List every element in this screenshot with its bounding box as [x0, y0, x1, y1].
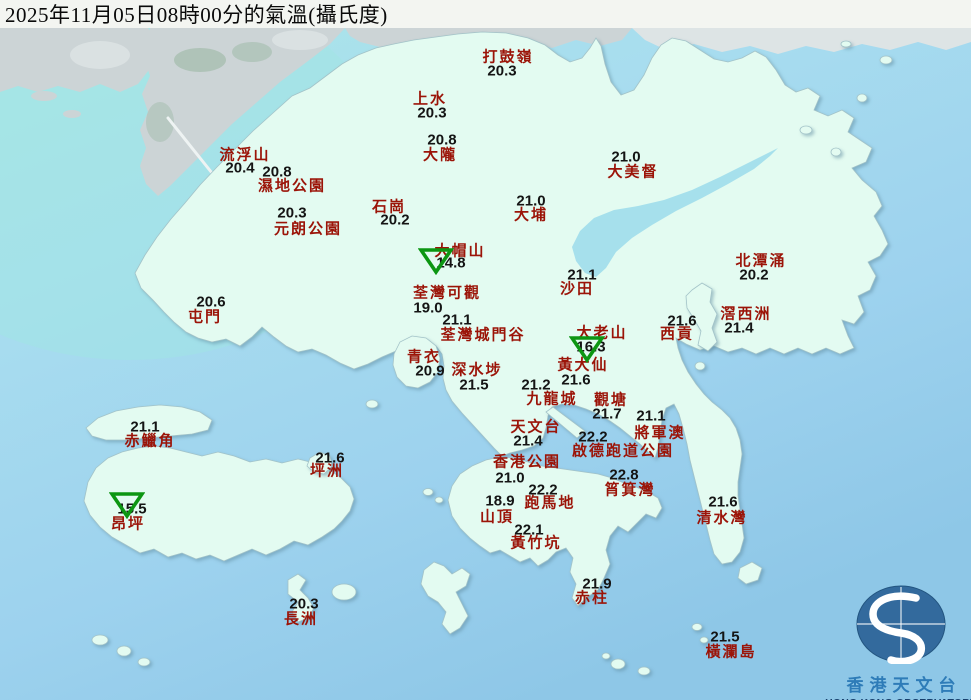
station-temperature: 20.9 — [415, 362, 445, 380]
station-temperature: 21.0 — [495, 469, 525, 487]
station-min-marker-icon — [568, 333, 606, 364]
station-temperature: 21.6 — [315, 449, 345, 467]
station-temperature: 21.4 — [513, 432, 543, 450]
hko-logo: 香港天文台 HONG KONG OBSERVATORY — [821, 584, 971, 700]
station-temperature: 21.6 — [667, 312, 697, 330]
station-temperature: 20.4 — [225, 159, 255, 177]
station-temperature: 22.2 — [578, 428, 608, 446]
hko-logo-chinese-name: 香港天文台 — [846, 676, 962, 695]
station-temperature: 20.3 — [277, 204, 307, 222]
hko-logo-icon — [856, 585, 946, 666]
temperature-map-screen: 2025年11月05日08時00分的氣溫(攝氏度) 打鼓嶺 20.3 上水 20.3 大… — [0, 0, 971, 700]
station-temperature: 20.6 — [196, 293, 226, 311]
station-temperature: 22.8 — [609, 466, 639, 484]
station-temperature: 21.1 — [636, 407, 666, 425]
map-title: 2025年11月05日08時00分的氣溫(攝氏度) — [5, 3, 388, 27]
station-temperature: 22.1 — [514, 521, 544, 539]
station-temperature: 20.3 — [289, 595, 319, 613]
station-temperature: 21.6 — [708, 493, 738, 511]
station-temperature: 20.3 — [417, 104, 447, 122]
station-temperature: 21.5 — [710, 628, 740, 646]
station-temperature: 21.1 — [130, 418, 160, 436]
station-temperature: 20.8 — [427, 131, 457, 149]
station-temperature: 21.4 — [724, 319, 754, 337]
station-min-marker-icon — [417, 245, 455, 276]
station-temperature: 21.7 — [592, 405, 622, 423]
station-temperature: 21.5 — [459, 376, 489, 394]
station-temperature: 20.3 — [487, 62, 517, 80]
station-temperature: 19.0 — [413, 299, 443, 317]
station-temperature: 20.2 — [380, 211, 410, 229]
station-temperature: 22.2 — [528, 481, 558, 499]
station-temperature: 21.0 — [516, 192, 546, 210]
station-temperature: 18.9 — [485, 492, 515, 510]
station-temperature: 21.9 — [582, 575, 612, 593]
station-temperature: 21.0 — [611, 148, 641, 166]
station-temperature: 21.6 — [561, 371, 591, 389]
station-temperature: 21.2 — [521, 376, 551, 394]
station-temperature: 20.2 — [739, 266, 769, 284]
station-min-marker-icon — [108, 489, 146, 520]
title-bar: 2025年11月05日08時00分的氣溫(攝氏度) — [0, 0, 971, 28]
station-temperature: 20.8 — [262, 163, 292, 181]
station-label: 香港公園 — [492, 454, 562, 471]
station-temperature: 21.1 — [442, 311, 472, 329]
station-temperature: 21.1 — [567, 266, 597, 284]
